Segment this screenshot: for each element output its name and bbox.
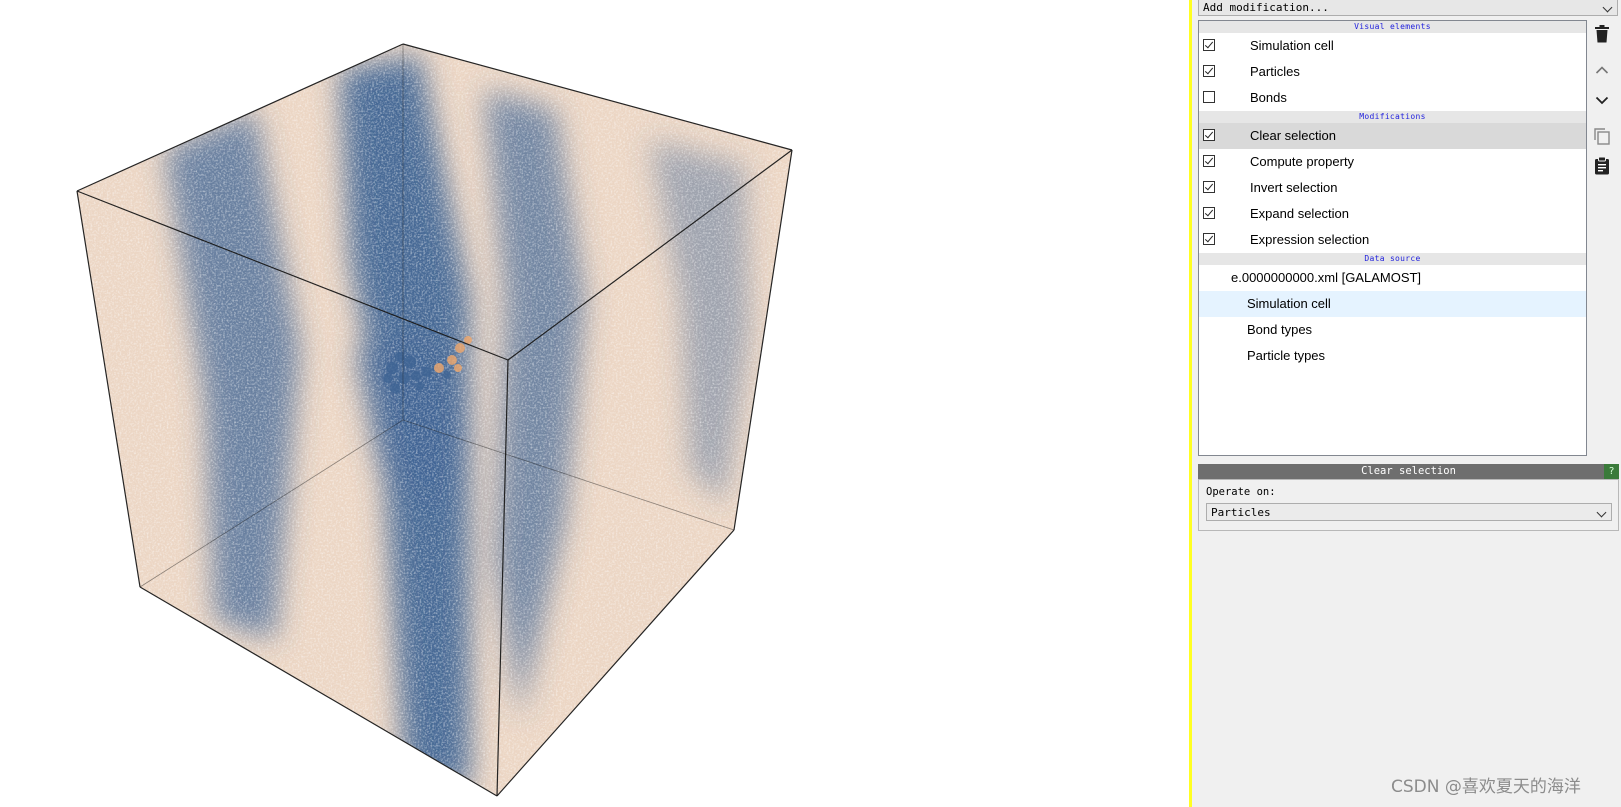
pipeline-item-bonds[interactable]: Bonds xyxy=(1199,85,1586,111)
pipeline-item-compute-property[interactable]: Compute property xyxy=(1199,149,1586,175)
section-header-data-source: Data source xyxy=(1199,253,1586,265)
pipeline-item-label: Clear selection xyxy=(1250,128,1336,143)
3d-viewport[interactable] xyxy=(0,0,1189,807)
add-modification-dropdown[interactable]: Add modification... xyxy=(1198,0,1618,16)
clipboard-icon xyxy=(1595,156,1609,174)
section-header-modifications: Modifications xyxy=(1199,111,1586,123)
help-button[interactable]: ? xyxy=(1604,464,1619,479)
operate-on-dropdown[interactable]: Particles xyxy=(1206,503,1612,521)
section-header-visual-elements: Visual elements xyxy=(1199,21,1586,33)
copy-button[interactable] xyxy=(1592,126,1612,146)
modifier-editor-header: Clear selection ? xyxy=(1198,464,1619,479)
move-up-button[interactable] xyxy=(1592,60,1612,80)
move-down-icon xyxy=(1595,96,1609,105)
enable-checkbox[interactable] xyxy=(1203,207,1215,219)
chevron-down-icon xyxy=(1596,507,1607,518)
operate-on-label: Operate on: xyxy=(1206,486,1276,498)
visibility-checkbox[interactable] xyxy=(1203,65,1215,77)
operate-on-value: Particles xyxy=(1211,506,1271,519)
pipeline-item-label: e.0000000000.xml [GALAMOST] xyxy=(1231,270,1422,285)
command-panel: Add modification... Visual elements Simu… xyxy=(1192,0,1621,807)
move-up-icon xyxy=(1595,66,1609,74)
visibility-checkbox[interactable] xyxy=(1203,91,1215,103)
delete-icon xyxy=(1595,25,1609,43)
enable-checkbox[interactable] xyxy=(1203,155,1215,167)
visibility-checkbox[interactable] xyxy=(1203,39,1215,51)
pipeline-item-label: Particles xyxy=(1250,64,1300,79)
pipeline-item-simulation-cell[interactable]: Simulation cell xyxy=(1199,33,1586,59)
simulation-scene xyxy=(76,43,793,797)
pipeline-item-label: Bond types xyxy=(1247,322,1313,337)
add-modification-label: Add modification... xyxy=(1203,1,1329,14)
copy-icon xyxy=(1594,128,1610,145)
pipeline-item-expression-selection[interactable]: Expression selection xyxy=(1199,227,1586,253)
pipeline-item-invert-selection[interactable]: Invert selection xyxy=(1199,175,1586,201)
enable-checkbox[interactable] xyxy=(1203,233,1215,245)
pipeline-item-label: Expand selection xyxy=(1250,206,1350,221)
pipeline-item-particle-types[interactable]: Particle types xyxy=(1199,343,1586,369)
pipeline-item-data-source-file[interactable]: e.0000000000.xml [GALAMOST] xyxy=(1199,265,1586,291)
pipeline-item-label: Bonds xyxy=(1250,90,1287,105)
pipeline-item-label: Expression selection xyxy=(1250,232,1370,247)
chevron-down-icon xyxy=(1602,2,1613,13)
pipeline-item-label: Simulation cell xyxy=(1247,296,1331,311)
pipeline-item-label: Compute property xyxy=(1250,154,1355,169)
pipeline-item-expand-selection[interactable]: Expand selection xyxy=(1199,201,1586,227)
delete-button[interactable] xyxy=(1592,24,1612,44)
modifier-editor-title: Clear selection xyxy=(1361,465,1456,477)
modifier-editor-body: Operate on: Particles xyxy=(1198,479,1619,531)
pipeline-item-label: Particle types xyxy=(1247,348,1326,363)
paste-button[interactable] xyxy=(1592,155,1612,175)
pipeline-item-bond-types[interactable]: Bond types xyxy=(1199,317,1586,343)
pipeline-editor[interactable]: Visual elements Simulation cell Particle… xyxy=(1198,20,1587,456)
enable-checkbox[interactable] xyxy=(1203,181,1215,193)
watermark: CSDN @喜欢夏天的海洋 xyxy=(1391,777,1581,797)
move-down-button[interactable] xyxy=(1592,90,1612,110)
pipeline-item-clear-selection[interactable]: Clear selection xyxy=(1199,123,1586,149)
pipeline-item-label: Simulation cell xyxy=(1250,38,1334,53)
enable-checkbox[interactable] xyxy=(1203,129,1215,141)
pipeline-item-particles[interactable]: Particles xyxy=(1199,59,1586,85)
pipeline-item-source-simulation-cell[interactable]: Simulation cell xyxy=(1199,291,1586,317)
pipeline-item-label: Invert selection xyxy=(1250,180,1338,195)
